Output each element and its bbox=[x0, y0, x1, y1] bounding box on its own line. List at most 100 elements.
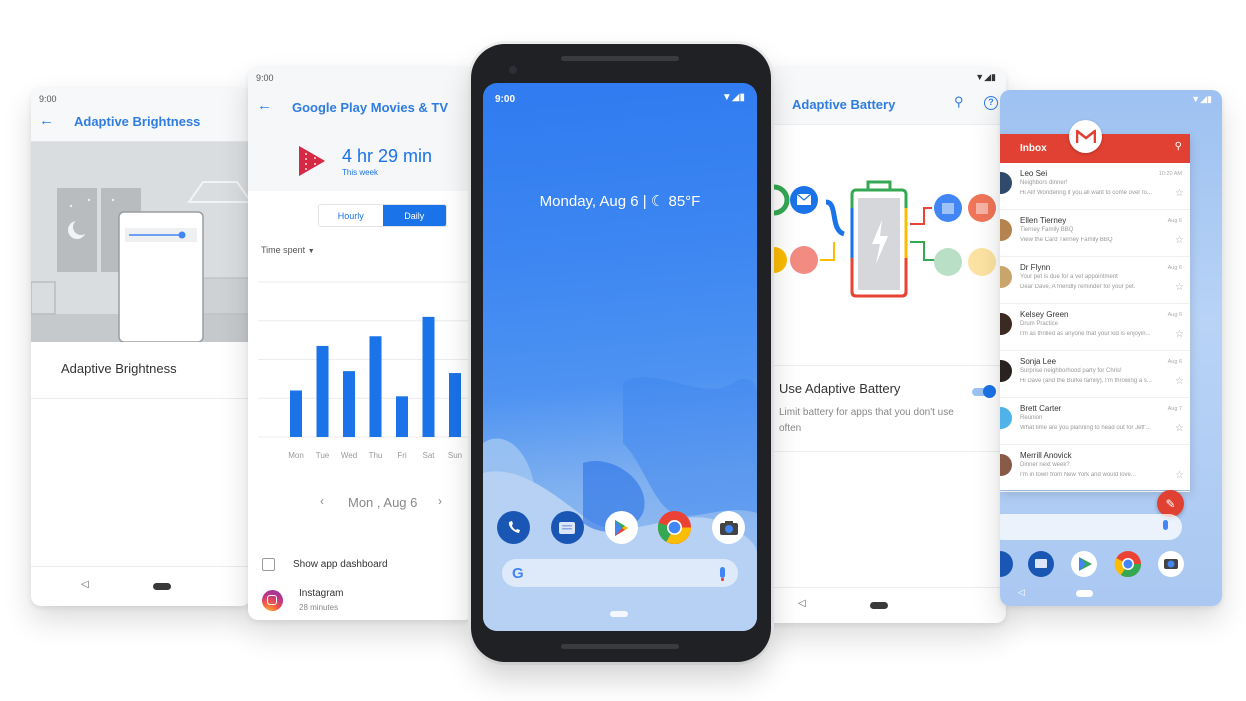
switch-thumb bbox=[983, 385, 996, 398]
app-name: Instagram bbox=[299, 588, 344, 599]
star-icon[interactable]: ☆ bbox=[1175, 423, 1184, 434]
star-icon[interactable]: ☆ bbox=[1175, 470, 1184, 481]
date-label: Mon , Aug 6 bbox=[348, 495, 418, 510]
gmail-logo-icon[interactable] bbox=[1069, 120, 1102, 153]
mail-list-item[interactable]: Leo Sei Neighbors dinner! Hi All! Wonderin… bbox=[1000, 163, 1190, 210]
app-bar: 9:00 ← Adaptive Brightness bbox=[31, 88, 251, 142]
mail-subject: Neighbors dinner! bbox=[1020, 180, 1068, 186]
battery-illustration bbox=[760, 168, 1006, 298]
adaptive-brightness-screen: 9:00 ← Adaptive Brightness Adaptive Brig… bbox=[31, 88, 251, 606]
sender-avatar bbox=[1000, 454, 1012, 476]
x-tick-label: Sat bbox=[422, 451, 435, 460]
google-search-bar[interactable]: G bbox=[502, 559, 738, 587]
mail-snippet: View the Card Tierney Family BBQ bbox=[1020, 237, 1113, 243]
mic-icon[interactable] bbox=[720, 567, 725, 581]
nav-back-icon[interactable]: ◁ bbox=[798, 598, 806, 609]
nav-bar: ◁ bbox=[760, 587, 1006, 623]
mail-list-item[interactable]: Merrill Anovick Dinner next week? I'm in t… bbox=[1000, 445, 1190, 492]
phone-app-icon[interactable] bbox=[497, 511, 530, 544]
back-arrow-icon[interactable]: ← bbox=[257, 97, 272, 114]
mail-list-item[interactable]: Kelsey Green Drum Practice I'm as thrilled… bbox=[1000, 304, 1190, 351]
google-search-bar[interactable] bbox=[1000, 514, 1182, 540]
wallpaper bbox=[483, 377, 757, 631]
mail-list: Leo Sei Neighbors dinner! Hi All! Wonderin… bbox=[1000, 163, 1190, 492]
gmail-home-screen: ▼◢▮ Inbox ⚲ Leo Sei Neighbors dinner! Hi A… bbox=[1000, 90, 1222, 606]
mail-list-item[interactable]: Dr Flynn Your pet is due for a vet appoin… bbox=[1000, 257, 1190, 304]
mic-icon[interactable] bbox=[1163, 520, 1168, 530]
mail-subject: Tierney Family BBQ bbox=[1020, 227, 1074, 233]
divider bbox=[760, 451, 1006, 452]
play-movies-icon bbox=[297, 144, 327, 183]
divider bbox=[760, 365, 1006, 366]
camera-app-icon[interactable] bbox=[712, 511, 745, 544]
bottom-speaker bbox=[561, 644, 679, 649]
next-day-chevron-icon[interactable]: › bbox=[438, 494, 442, 508]
adaptive-brightness-setting[interactable]: Adaptive Brightness bbox=[61, 361, 177, 376]
sender-name: Kelsey Green bbox=[1020, 310, 1069, 319]
inbox-label: Inbox bbox=[1020, 143, 1047, 154]
page-title: Adaptive Brightness bbox=[74, 114, 201, 129]
dashboard-icon bbox=[262, 558, 275, 571]
help-icon[interactable]: ? bbox=[984, 96, 998, 110]
bar-mon[interactable] bbox=[290, 390, 302, 438]
nav-home-pill[interactable] bbox=[870, 602, 888, 609]
mail-list-item[interactable]: Ellen Tierney Tierney Family BBQ View the … bbox=[1000, 210, 1190, 257]
page-title: Google Play Movies & TV bbox=[292, 100, 449, 115]
star-icon[interactable]: ☆ bbox=[1175, 329, 1184, 340]
bar-thu[interactable] bbox=[369, 336, 382, 437]
mail-list-item[interactable]: Brett Carter Reunion What time are you pla… bbox=[1000, 398, 1190, 445]
bar-sat[interactable] bbox=[422, 316, 435, 437]
sender-avatar bbox=[1000, 407, 1012, 429]
bar-wed[interactable] bbox=[343, 371, 355, 437]
x-tick-label: Thu bbox=[369, 451, 383, 460]
home-screen: 9:00 ▼◢▮ Monday, Aug 6 | ☾ 85°F G bbox=[483, 83, 757, 631]
period-toggle: Hourly Daily bbox=[318, 204, 447, 227]
search-icon[interactable]: ⚲ bbox=[1175, 141, 1182, 152]
nav-bar: ◁ bbox=[31, 566, 251, 606]
mail-list-item[interactable]: Sonja Lee Surprise neighborhood party for… bbox=[1000, 351, 1190, 398]
mail-subject: Surprise neighborhood party for Chris! bbox=[1020, 368, 1122, 374]
status-icons: ▼◢▮ bbox=[721, 92, 745, 103]
back-arrow-icon[interactable]: ← bbox=[39, 112, 54, 129]
messages-app-icon[interactable] bbox=[550, 511, 584, 544]
x-tick-label: Wed bbox=[341, 451, 357, 460]
nav-home-pill[interactable] bbox=[610, 611, 628, 617]
usage-period: This week bbox=[342, 168, 379, 177]
google-g-icon: G bbox=[512, 565, 524, 582]
app-usage-screen: 9:00 ← Google Play Movies & TV 4 hr 29 m… bbox=[248, 67, 474, 620]
usage-bar-chart: Mon Tue Wed Thu Fri Sat Sun bbox=[258, 281, 474, 460]
bar-tue[interactable] bbox=[316, 345, 329, 437]
nav-back-icon[interactable]: ◁ bbox=[1018, 587, 1025, 598]
compose-button[interactable]: ✎ bbox=[1157, 490, 1184, 517]
sender-avatar bbox=[1000, 313, 1012, 335]
x-tick-label: Mon bbox=[288, 451, 304, 460]
search-icon[interactable]: ⚲ bbox=[954, 94, 964, 110]
nav-home-pill[interactable] bbox=[153, 583, 171, 590]
nav-home-pill[interactable] bbox=[1076, 590, 1093, 597]
mail-date: Aug 6 bbox=[1167, 218, 1182, 224]
nav-back-icon[interactable]: ◁ bbox=[81, 579, 89, 590]
previous-day-chevron-icon[interactable]: ‹ bbox=[320, 494, 324, 508]
front-camera bbox=[509, 66, 517, 74]
mail-date: Aug 6 bbox=[1167, 359, 1182, 365]
mail-snippet: Dear Dave, A friendly reminder for your … bbox=[1020, 284, 1136, 290]
star-icon[interactable]: ☆ bbox=[1175, 282, 1184, 293]
bar-fri[interactable] bbox=[396, 396, 408, 437]
bar-sun[interactable] bbox=[449, 373, 461, 437]
instagram-icon bbox=[262, 590, 283, 611]
toggle-hourly[interactable]: Hourly bbox=[319, 205, 383, 226]
star-icon[interactable]: ☆ bbox=[1175, 188, 1184, 199]
metric-dropdown[interactable]: Time spent ▼ bbox=[261, 245, 315, 255]
status-time: 9:00 bbox=[256, 73, 274, 83]
adaptive-battery-switch[interactable] bbox=[972, 385, 996, 398]
at-a-glance-widget[interactable]: Monday, Aug 6 | ☾ 85°F bbox=[483, 192, 757, 210]
star-icon[interactable]: ☆ bbox=[1175, 376, 1184, 387]
star-icon[interactable]: ☆ bbox=[1175, 235, 1184, 246]
toggle-daily[interactable]: Daily bbox=[382, 205, 446, 226]
chrome-app-icon[interactable] bbox=[658, 511, 692, 544]
play-store-app-icon[interactable] bbox=[604, 511, 638, 544]
mail-date: Aug 6 bbox=[1167, 312, 1182, 318]
earpiece bbox=[561, 56, 679, 61]
divider bbox=[31, 398, 251, 399]
dock bbox=[1000, 549, 1222, 579]
